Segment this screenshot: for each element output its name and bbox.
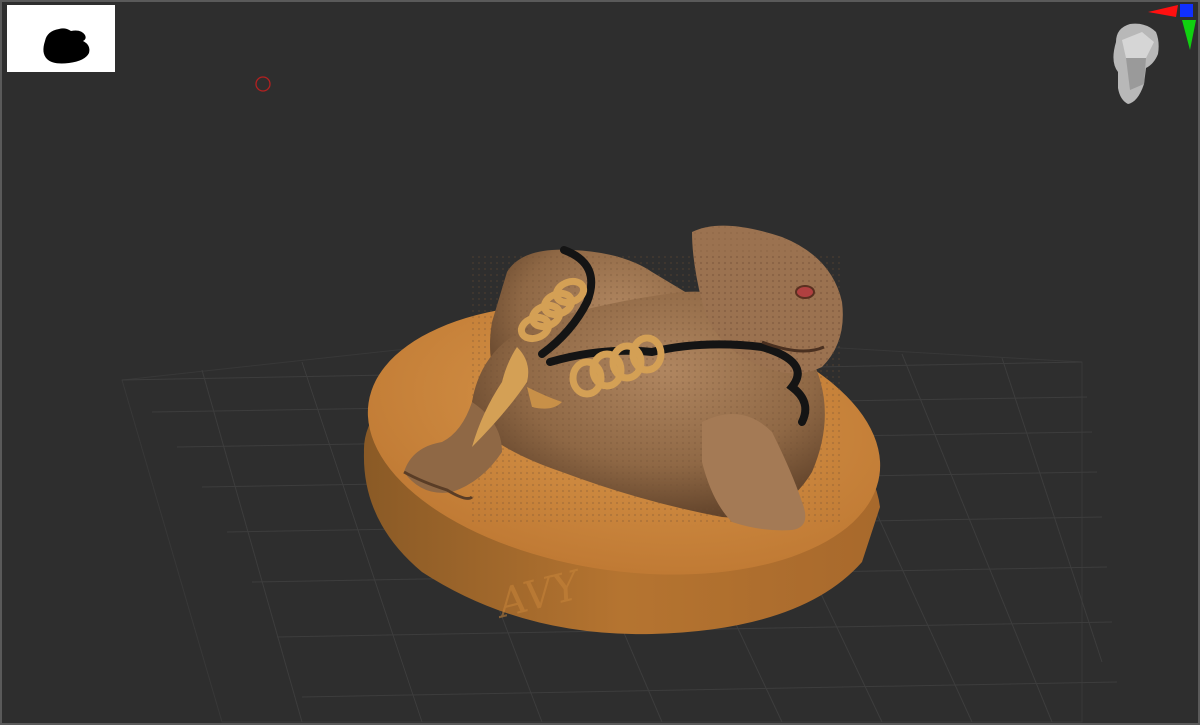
- 3d-viewport[interactable]: AVY: [0, 0, 1200, 725]
- x-axis-arrow[interactable]: [1148, 5, 1178, 17]
- brush-cursor-ring-icon: [255, 76, 271, 92]
- y-axis-arrow[interactable]: [1182, 20, 1196, 50]
- toad-eye: [795, 285, 815, 299]
- model-thumbnail[interactable]: [7, 5, 115, 72]
- z-axis-cube[interactable]: [1180, 4, 1193, 17]
- head-orientation-gizmo-icon[interactable]: [1102, 2, 1200, 112]
- scene-canvas[interactable]: AVY: [2, 2, 1200, 725]
- model-silhouette-icon: [43, 28, 90, 64]
